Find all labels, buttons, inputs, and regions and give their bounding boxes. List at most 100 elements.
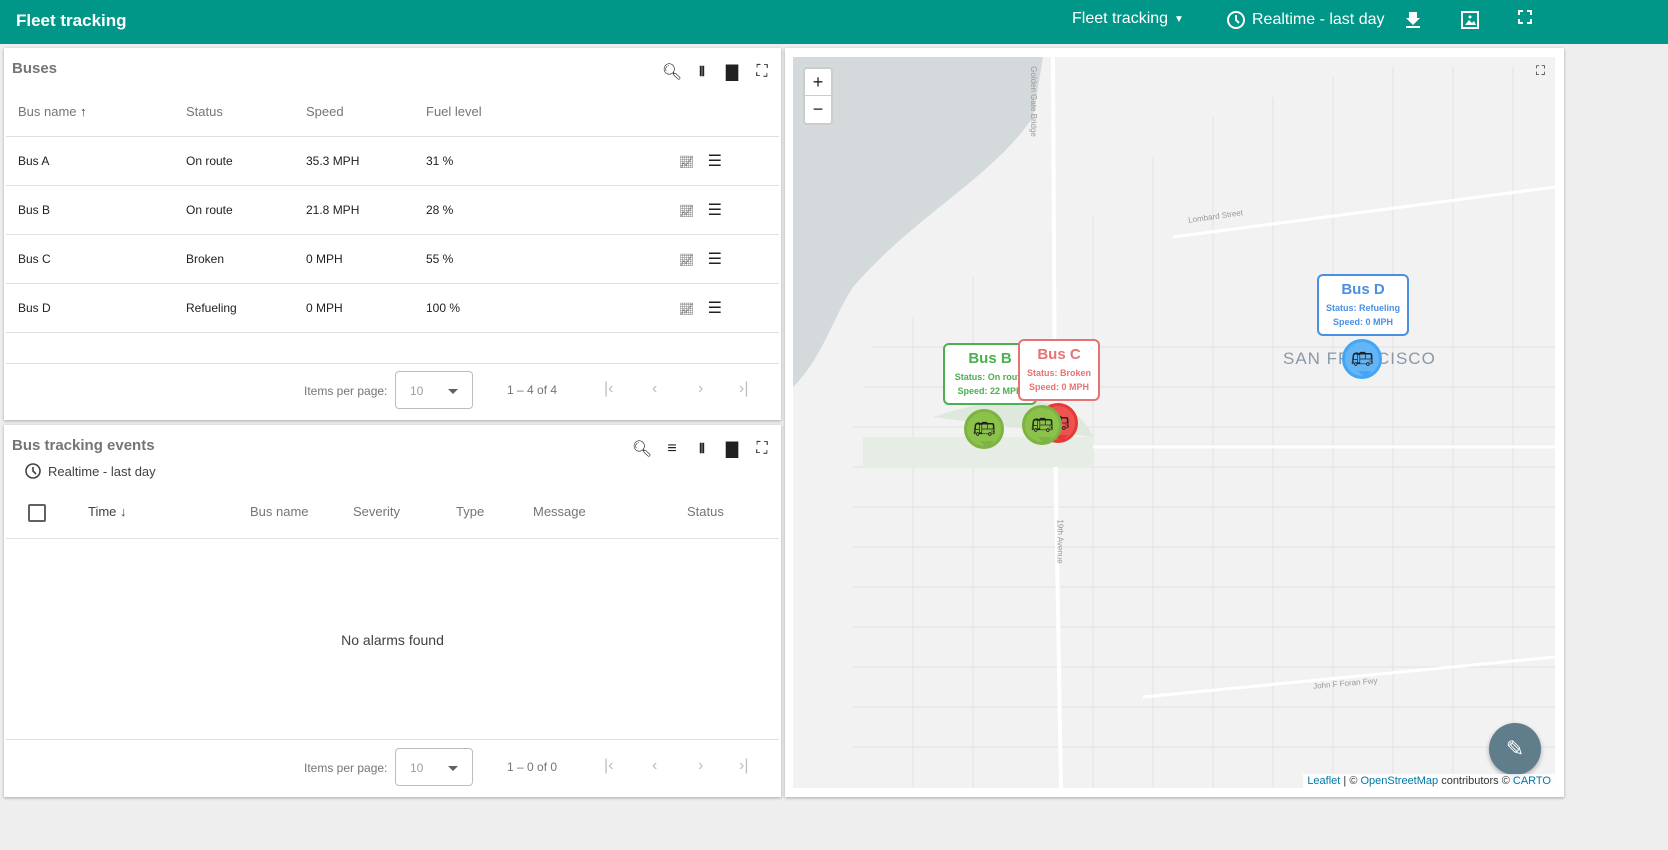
events-widget: Bus tracking events Realtime - last day … [4, 425, 781, 797]
bus-fuel: 55 % [426, 234, 679, 284]
download-icon[interactable] [1405, 10, 1421, 28]
map-attribution: Leaflet | © OpenStreetMap contributors ©… [1303, 774, 1555, 788]
edit-pencil-button[interactable]: ✎ [1489, 723, 1541, 775]
street-label: 19th Avenue [1055, 519, 1065, 564]
prev-page-icon[interactable]: ‹ [652, 757, 657, 775]
prev-page-icon[interactable]: ‹ [652, 380, 657, 398]
column-header-fuel[interactable]: Fuel level [426, 88, 679, 137]
map-fullscreen-icon[interactable]: ⛶ [1536, 63, 1545, 79]
caret-down-icon: ▼ [1174, 13, 1184, 25]
top-bar: Fleet tracking Fleet tracking ▼ Realtime … [0, 0, 1668, 44]
first-page-icon[interactable]: |‹ [604, 380, 613, 398]
list-icon[interactable]: ☰ [708, 300, 722, 317]
zoom-control: + − [803, 67, 833, 125]
image-export-icon[interactable] [1460, 10, 1480, 30]
next-page-icon[interactable]: › [698, 380, 703, 398]
first-page-icon[interactable]: |‹ [604, 757, 613, 775]
chart-icon[interactable]: 📈︎ [679, 302, 694, 316]
search-icon[interactable]: 🔍︎ [632, 441, 652, 458]
bus-speed: 0 MPH [306, 283, 426, 333]
chart-icon[interactable]: 📈︎ [679, 204, 694, 218]
dashboard-select-label: Fleet tracking [1072, 10, 1169, 27]
street-label: Golden Gate Bridge [1028, 66, 1038, 137]
arrow-down-icon: ↓ [120, 504, 127, 519]
map-tiles [793, 57, 1555, 788]
page-range: 1 – 4 of 4 [507, 383, 558, 397]
zoom-out-button[interactable]: − [805, 96, 831, 123]
bus-speed: 0 MPH [306, 234, 426, 284]
list-icon[interactable]: ☰ [708, 202, 722, 219]
fullscreen-icon[interactable] [1518, 10, 1532, 24]
bus-name: Bus A [6, 136, 186, 186]
buses-table: Bus name ↑ Status Speed Fuel level Bus A… [6, 88, 779, 333]
bus-status: Broken [186, 234, 306, 284]
table-row[interactable]: Bus C Broken 0 MPH 55 % 📈︎ ☰ [6, 234, 779, 284]
bus-name: Bus B [6, 185, 186, 235]
table-row[interactable]: Bus A On route 35.3 MPH 31 % 📈︎ ☰ [6, 136, 779, 186]
bus-name: Bus C [6, 234, 186, 284]
list-icon[interactable]: ☰ [708, 153, 722, 170]
bus-fuel: 28 % [426, 185, 679, 235]
table-row[interactable]: Bus D Refueling 0 MPH 100 % 📈︎ ☰ [6, 283, 779, 333]
export-icon[interactable]: ▇ [724, 64, 740, 81]
map[interactable]: SAN FRANCISCO Lombard Street 19th Avenue… [793, 57, 1555, 788]
bus-b-marker[interactable]: 🚌︎ [964, 409, 1004, 449]
column-header-speed[interactable]: Speed [306, 88, 426, 137]
osm-link[interactable]: OpenStreetMap [1360, 775, 1438, 787]
page-range: 1 – 0 of 0 [507, 760, 558, 774]
empty-message: No alarms found [341, 632, 444, 648]
items-per-page-label: Items per page: [304, 384, 388, 398]
items-per-page-select[interactable]: 10 [395, 748, 473, 786]
bus-icon: 🚌︎ [972, 418, 996, 439]
chart-icon[interactable]: 📈︎ [679, 155, 694, 169]
fullscreen-icon[interactable]: ⛶ [754, 440, 770, 457]
events-timewindow[interactable]: Realtime - last day [24, 462, 156, 480]
list-icon[interactable]: ☰ [708, 251, 722, 268]
bus-icon: 🚌︎ [1350, 348, 1374, 369]
bus-fuel: 31 % [426, 136, 679, 186]
select-all-checkbox[interactable] [28, 504, 46, 522]
column-header-status[interactable]: Status [687, 504, 724, 519]
chart-icon[interactable]: 📈︎ [679, 253, 694, 267]
clock-icon [1227, 11, 1245, 29]
filter-icon[interactable]: ≡ [664, 440, 680, 457]
marker-label-bus-d[interactable]: Bus D Status: Refueling Speed: 0 MPH [1317, 274, 1409, 336]
columns-icon[interactable]: ⦀ [694, 441, 710, 457]
fullscreen-icon[interactable]: ⛶ [754, 63, 770, 80]
buses-widget: Buses 🔍︎ ⦀ ▇ ⛶ Bus name ↑ Status Speed F… [4, 48, 781, 420]
clock-icon [25, 463, 41, 479]
column-header-time[interactable]: Time ↓ [88, 504, 127, 519]
column-header-message[interactable]: Message [533, 504, 586, 519]
buses-title: Buses [12, 60, 58, 77]
carto-link[interactable]: CARTO [1513, 775, 1551, 787]
bus-status: On route [186, 185, 306, 235]
column-header-bus-name[interactable]: Bus name [250, 504, 309, 519]
last-page-icon[interactable]: ›| [739, 757, 748, 775]
items-per-page-select[interactable]: 10 [395, 371, 473, 409]
dashboard-select[interactable]: Fleet tracking ▼ [1072, 10, 1184, 28]
last-page-icon[interactable]: ›| [739, 380, 748, 398]
leaflet-link[interactable]: Leaflet [1307, 775, 1340, 787]
bus-a-marker[interactable]: 🚌︎ [1022, 405, 1062, 445]
column-header-type[interactable]: Type [456, 504, 484, 519]
column-header-severity[interactable]: Severity [353, 504, 400, 519]
next-page-icon[interactable]: › [698, 757, 703, 775]
marker-label-bus-c[interactable]: Bus C Status: Broken Speed: 0 MPH [1018, 339, 1100, 401]
export-icon[interactable]: ▇ [724, 441, 740, 458]
bus-status: Refueling [186, 283, 306, 333]
map-widget: SAN FRANCISCO Lombard Street 19th Avenue… [785, 48, 1564, 797]
zoom-in-button[interactable]: + [805, 69, 831, 96]
timewindow-label: Realtime - last day [1252, 11, 1385, 28]
bus-speed: 21.8 MPH [306, 185, 426, 235]
timewindow-button[interactable]: Realtime - last day [1226, 10, 1385, 30]
search-icon[interactable]: 🔍︎ [662, 64, 682, 81]
column-header-bus-name[interactable]: Bus name ↑ [6, 88, 186, 137]
table-row[interactable]: Bus B On route 21.8 MPH 28 % 📈︎ ☰ [6, 185, 779, 235]
items-per-page-label: Items per page: [304, 761, 388, 775]
bus-fuel: 100 % [426, 283, 679, 333]
bus-status: On route [186, 136, 306, 186]
columns-icon[interactable]: ⦀ [694, 64, 710, 80]
bus-name: Bus D [6, 283, 186, 333]
bus-d-marker[interactable]: 🚌︎ [1342, 339, 1382, 379]
column-header-status[interactable]: Status [186, 88, 306, 137]
